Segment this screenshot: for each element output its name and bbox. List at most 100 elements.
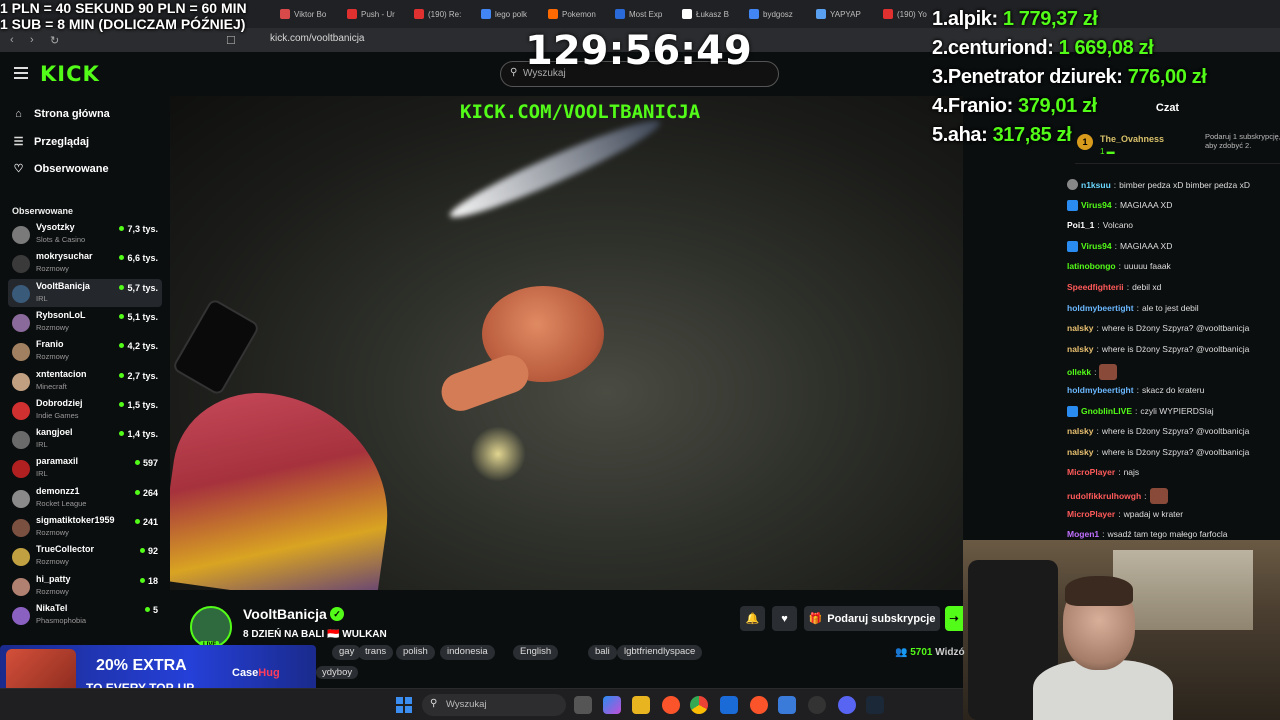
webcam-overlay — [963, 540, 1280, 720]
chat-emote-icon — [1149, 488, 1168, 504]
taskbar-search[interactable]: ⚲ Wyszukaj — [422, 694, 566, 716]
video-player[interactable]: KICK.COM/VOOLTBANICJA — [170, 96, 963, 590]
chat-username[interactable]: ollekk — [1067, 367, 1091, 377]
channel-viewers: 5,1 tys. — [119, 312, 158, 322]
tab-label: Most Exp — [629, 9, 663, 19]
followed-channel[interactable]: paramaxil IRL 597 — [8, 454, 162, 482]
chat-username[interactable]: Speedfighterii — [1067, 282, 1124, 292]
file-explorer-icon[interactable] — [632, 696, 650, 714]
reload-icon[interactable]: ↻ — [50, 34, 59, 47]
chat-username[interactable]: Virus94 — [1081, 241, 1112, 251]
browser-tab[interactable]: YAPYAP — [816, 4, 878, 24]
brave-icon[interactable] — [662, 696, 680, 714]
tag-partial[interactable]: ydyboy — [316, 666, 359, 679]
channel-name: Franio — [36, 339, 64, 350]
followed-channel[interactable]: Dobrodziej Indie Games 1,5 tys. — [8, 396, 162, 424]
stream-tag[interactable]: trans — [358, 645, 394, 660]
chat-username[interactable]: MicroPlayer — [1067, 509, 1115, 519]
followed-channel[interactable]: xntentacion Minecraft 2,7 tys. — [8, 367, 162, 395]
followed-channel[interactable]: TrueCollector Rozmowy 92 — [8, 542, 162, 570]
subscribe-button[interactable]: ➝ — [945, 606, 963, 631]
chrome-icon[interactable] — [690, 696, 708, 714]
promo-headline: 20% EXTRA — [96, 657, 187, 674]
discord-icon[interactable] — [838, 696, 856, 714]
followed-section-title: Obserwowane — [12, 206, 74, 216]
chat-text: where is Dżony Szpyra? @vooltbanicja — [1101, 446, 1250, 457]
chat-username[interactable]: Mogen1 — [1067, 529, 1099, 539]
windows-start-icon[interactable] — [396, 697, 412, 713]
browser-tab[interactable]: (190) Re: — [414, 4, 476, 24]
chat-username[interactable]: holdmybeertight — [1067, 385, 1134, 395]
notepad-icon[interactable] — [778, 696, 796, 714]
stream-title: 8 DZIEŃ NA BALI 🇮🇩 WULKAN — [243, 629, 387, 640]
leaderboard-row: 5.aha: 317,85 zł — [932, 124, 1206, 153]
notification-bell-button[interactable]: 🔔 — [740, 606, 765, 631]
leaderboard-name: 2.centuriond: — [932, 37, 1054, 59]
kick-logo[interactable]: KICK — [40, 62, 100, 86]
bookmark-icon[interactable]: ☐ — [226, 34, 236, 47]
chat-username[interactable]: n1ksuu — [1081, 180, 1111, 190]
bell-icon: 🔔 — [745, 613, 760, 625]
stream-tag[interactable]: indonesia — [440, 645, 495, 660]
chat-username[interactable]: latinobongo — [1067, 261, 1116, 271]
browser-tab[interactable]: Most Exp — [615, 4, 677, 24]
followed-channel[interactable]: NikaTel Phasmophobia 5 — [8, 601, 162, 629]
chat-text: wsadź tam tego małego farfocla — [1107, 529, 1228, 540]
channel-name[interactable]: VooltBanicja — [243, 606, 327, 622]
chat-message: GnoblinLIVE: czyli WYPIERDSIaj — [1067, 405, 1214, 417]
chat-username[interactable]: rudolfikkrulhowgh — [1067, 491, 1141, 501]
subathon-timer: 129:56:49 — [525, 28, 752, 74]
copilot-icon[interactable] — [603, 696, 621, 714]
stream-tag[interactable]: lgbtfriendlyspace — [617, 645, 703, 660]
browser-tab[interactable]: bydgosz — [749, 4, 811, 24]
tab-favicon-icon — [615, 9, 625, 19]
browser-tab[interactable]: Łukasz B — [682, 4, 744, 24]
followed-channel[interactable]: RybsonLoL Rozmowy 5,1 tys. — [8, 308, 162, 336]
browser-tab[interactable]: Push - Ur — [347, 4, 409, 24]
followed-channel[interactable]: mokrysuchar Rozmowy 6,6 tys. — [8, 249, 162, 277]
chat-username[interactable]: nalsky — [1067, 447, 1093, 457]
followed-channel[interactable]: Vysotzky Slots & Casino 7,3 tys. — [8, 220, 162, 248]
followed-channel[interactable]: demonzz1 Rocket League 264 — [8, 484, 162, 512]
address-field[interactable]: kick.com/vooltbanicja — [270, 33, 364, 44]
obs-icon[interactable] — [808, 696, 826, 714]
follow-heart-button[interactable]: ♥ — [772, 606, 797, 631]
viewers-icon: 👥 — [895, 647, 908, 658]
followed-channel[interactable]: kangjoel IRL 1,4 tys. — [8, 425, 162, 453]
stream-tag[interactable]: gay — [332, 645, 362, 660]
chat-text: where is Dżony Szpyra? @vooltbanicja — [1101, 343, 1250, 354]
sidebar-nav-0[interactable]: ⌂ Strona główna — [12, 108, 110, 120]
stream-tag[interactable]: English — [513, 645, 559, 660]
chat-username[interactable]: Virus94 — [1081, 200, 1112, 210]
sidebar-nav-2[interactable]: ♡ Obserwowane — [12, 162, 109, 176]
stream-tag[interactable]: polish — [396, 645, 435, 660]
followed-channel[interactable]: Franio Rozmowy 4,2 tys. — [8, 337, 162, 365]
task-view-icon[interactable] — [574, 696, 592, 714]
store-icon[interactable] — [720, 696, 738, 714]
stream-tag[interactable]: bali — [588, 645, 617, 660]
chat-username[interactable]: nalsky — [1067, 344, 1093, 354]
channel-avatar — [12, 606, 30, 625]
gift-subscription-button[interactable]: 🎁 Podaruj subskrypcje — [804, 606, 940, 631]
back-icon[interactable]: ‹ — [10, 34, 14, 46]
chat-message: Mogen1: wsadź tam tego małego farfocla — [1067, 529, 1228, 540]
followed-channel[interactable]: VooltBanicja IRL 5,7 tys. — [8, 278, 162, 307]
chat-username[interactable]: nalsky — [1067, 426, 1093, 436]
chat-username[interactable]: Poi1_1 — [1067, 220, 1094, 230]
followed-channel[interactable]: sigmatiktoker1959 Rozmowy 241 — [8, 513, 162, 541]
chat-text: najs — [1123, 467, 1140, 478]
menu-icon[interactable] — [14, 67, 28, 79]
chat-badge-icon — [1067, 240, 1078, 252]
followed-channel[interactable]: hi_patty Rozmowy 18 — [8, 572, 162, 600]
chat-username[interactable]: holdmybeertight — [1067, 303, 1134, 313]
chat-username[interactable]: GnoblinLIVE — [1081, 406, 1132, 416]
browser-tab[interactable]: Viktor Bo — [280, 4, 342, 24]
sidebar-nav-1[interactable]: ☰ Przeglądaj — [12, 135, 89, 149]
forward-icon[interactable]: › — [30, 34, 34, 46]
browser-tab[interactable]: Pokemon — [548, 4, 610, 24]
browser-tab[interactable]: lego polk — [481, 4, 543, 24]
brave-beta-icon[interactable] — [750, 696, 768, 714]
chat-username[interactable]: nalsky — [1067, 323, 1093, 333]
steam-icon[interactable] — [866, 696, 884, 714]
chat-username[interactable]: MicroPlayer — [1067, 467, 1115, 477]
